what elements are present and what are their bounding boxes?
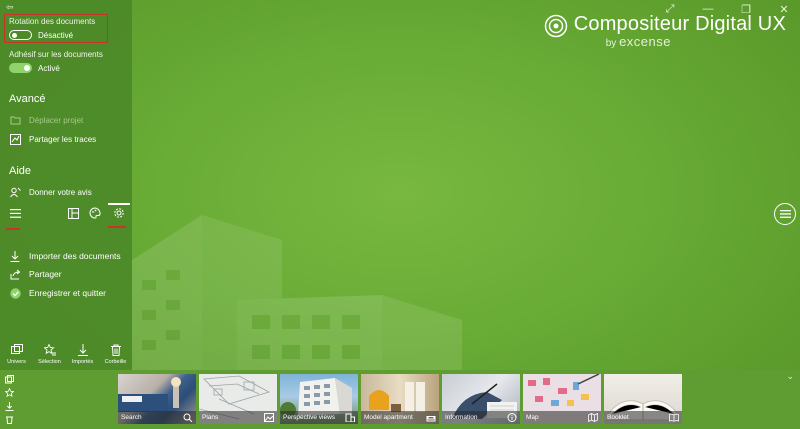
star-small-icon[interactable] [4,388,14,398]
universe-tiles: Search Plans Perspective views Model apa… [118,374,682,424]
tab-importes[interactable]: Importés [68,344,98,365]
aide-title: Aide [9,165,32,177]
download-icon [9,250,21,262]
share-label: Partager [29,269,62,279]
tile-perspective-views[interactable]: Perspective views [280,374,358,424]
menu-icon [9,208,21,218]
tab-corbeille-label: Corbeille [104,359,127,365]
compositeur-logo-icon [544,14,567,38]
settings-red-marker [108,226,126,228]
share-traces-item[interactable]: Partager les traces [9,133,96,145]
info-icon [507,413,517,422]
brand-logo-block: Compositeur Digital UX by excense [544,12,786,49]
brand-company: by excense [606,34,786,49]
book-icon [669,413,679,422]
tile-booklet[interactable]: Booklet [604,374,682,424]
save-quit-label: Enregistrer et quitter [29,288,107,298]
sidebar-bottom-tabs: Univers Sélection Importés Corbeille [0,344,132,365]
tab-importes-label: Importés [71,359,94,365]
hamburger-icon [779,210,791,218]
brand-title: Compositeur Digital UX [573,13,786,35]
tab-univers-label: Univers [7,359,26,365]
share-traces-icon [9,133,21,145]
rotation-label: Rotation des documents [9,17,96,26]
settings-sidebar: ⇦ Rotation des documents Désactivé Adhés… [0,0,132,370]
brand-company-name: excense [619,34,671,49]
layout-button[interactable] [66,206,80,220]
adhesif-toggle[interactable] [9,63,32,73]
import-documents-label: Importer des documents [29,251,121,261]
feedback-item[interactable]: Donner votre avis [9,186,92,198]
palette-icon [89,207,101,219]
feedback-label: Donner votre avis [29,187,92,197]
move-project-label: Déplacer projet [29,115,84,125]
rotation-toggle[interactable] [9,30,32,40]
hamburger-menu-button[interactable] [774,203,796,225]
back-arrow-icon[interactable]: ⇦ [6,2,14,13]
move-folder-icon [9,114,21,126]
move-project-item[interactable]: Déplacer projet [9,114,83,126]
tab-univers[interactable]: Univers [2,344,32,365]
building-icon [345,413,355,422]
adhesif-state: Activé [38,64,60,73]
menu-red-marker [6,228,20,230]
universe-icon [10,344,23,354]
strip-side-icons [0,370,18,429]
tile-information[interactable]: Information [442,374,520,424]
tile-model-apartment[interactable]: Model apartment [361,374,439,424]
gear-icon [114,208,124,218]
settings-button[interactable] [112,206,126,220]
trash-small-icon[interactable] [5,415,14,424]
import-documents-item[interactable]: Importer des documents [9,250,121,262]
settings-selected-indicator [108,203,130,205]
tab-corbeille[interactable]: Corbeille [101,344,131,365]
hamburger-toggle-button[interactable] [8,206,22,220]
collapse-chevron-icon[interactable]: ⌄ [786,371,794,382]
universe-small-icon[interactable] [4,375,14,384]
rotation-state: Désactivé [38,31,74,40]
sofa-icon [426,416,436,422]
tab-selection-label: Sélection [38,359,61,365]
map-icon [588,413,598,422]
palette-button[interactable] [88,206,102,220]
avance-title: Avancé [9,93,46,105]
tile-map[interactable]: Map [523,374,601,424]
search-icon [183,413,193,422]
adhesif-label: Adhésif sur les documents [9,50,103,59]
import-small-icon[interactable] [5,401,14,411]
tile-plans[interactable]: Plans [199,374,277,424]
brand-by: by [605,38,617,49]
layout-icon [67,207,79,219]
tab-selection[interactable]: Sélection [35,344,65,365]
feedback-icon [9,186,21,198]
share-icon [9,268,21,280]
image-icon [264,413,274,422]
check-circle-icon [9,287,21,299]
save-quit-item[interactable]: Enregistrer et quitter [9,287,106,299]
tile-search[interactable]: Search [118,374,196,424]
star-list-icon [43,344,56,356]
share-traces-label: Partager les traces [29,134,97,144]
import-icon [77,344,88,356]
share-item[interactable]: Partager [9,268,62,280]
trash-icon [110,344,121,356]
